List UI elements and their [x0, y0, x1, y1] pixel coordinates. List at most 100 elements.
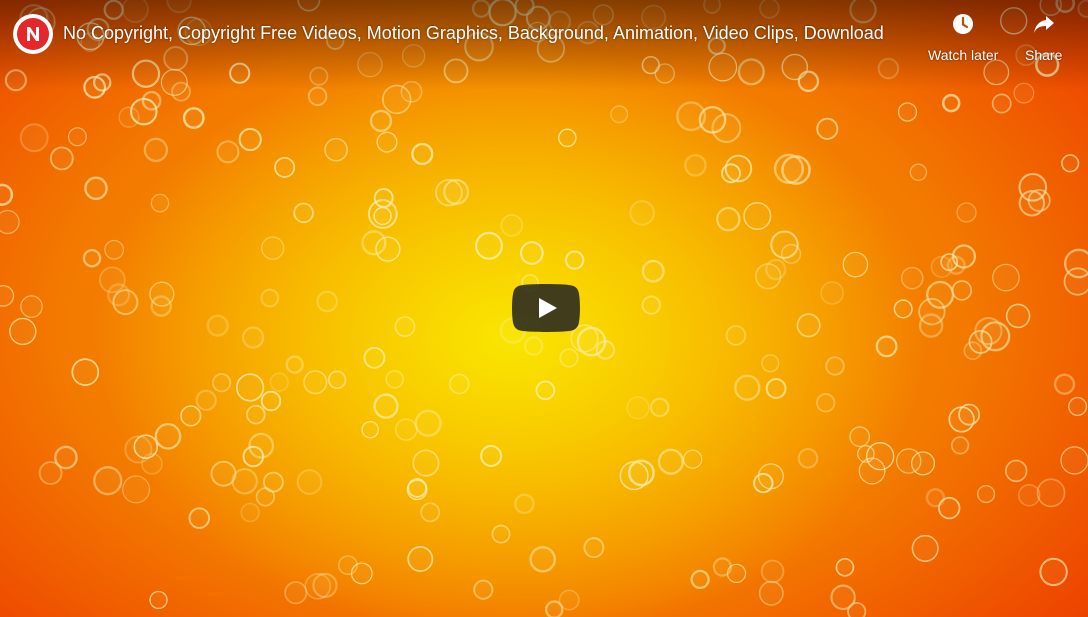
- bokeh-ring: [180, 405, 202, 427]
- bokeh-ring: [154, 422, 182, 450]
- bokeh-ring: [274, 156, 296, 178]
- bokeh-ring: [316, 290, 339, 313]
- bokeh-ring: [1017, 483, 1041, 507]
- bokeh-ring: [284, 581, 308, 605]
- bokeh-ring: [394, 316, 416, 338]
- bokeh-ring: [210, 460, 237, 487]
- bokeh-ring: [535, 380, 556, 401]
- bokeh-ring: [941, 93, 961, 113]
- play-button[interactable]: [512, 284, 580, 332]
- bokeh-ring: [491, 524, 511, 544]
- bokeh-ring: [296, 469, 323, 495]
- bokeh-ring: [780, 243, 802, 264]
- bokeh-ring: [1063, 248, 1088, 279]
- bokeh-ring: [420, 502, 441, 523]
- video-title-link[interactable]: No Copyright, Copyright Free Videos, Mot…: [63, 22, 884, 44]
- bokeh-ring: [285, 355, 304, 374]
- bokeh-ring: [395, 418, 418, 441]
- channel-avatar[interactable]: [13, 14, 53, 54]
- bokeh-ring: [84, 176, 108, 201]
- bokeh-ring: [475, 231, 504, 260]
- bokeh-ring: [629, 200, 655, 226]
- bokeh-ring: [367, 199, 398, 229]
- bokeh-ring: [683, 449, 703, 469]
- bokeh-ring: [195, 389, 217, 411]
- bokeh-ring: [773, 153, 805, 184]
- bokeh-ring: [500, 214, 524, 237]
- bokeh-ring: [38, 461, 63, 486]
- bokeh-ring: [206, 314, 229, 337]
- bokeh-ring: [141, 90, 162, 111]
- bokeh-ring: [376, 131, 398, 153]
- bokeh-ring: [796, 313, 821, 338]
- bokeh-ring: [19, 123, 49, 153]
- bokeh-ring: [1018, 190, 1046, 217]
- bokeh-ring: [716, 206, 741, 232]
- bokeh-ring: [67, 127, 87, 147]
- bokeh-ring: [1053, 373, 1076, 395]
- bokeh-ring: [641, 295, 661, 315]
- video-player[interactable]: No Copyright, Copyright Free Videos, Mot…: [0, 0, 1088, 617]
- bokeh-ring: [830, 584, 856, 611]
- bokeh-ring: [734, 374, 761, 401]
- bokeh-ring: [875, 335, 898, 358]
- bokeh-ring: [711, 113, 742, 144]
- bokeh-ring: [0, 209, 20, 235]
- bokeh-ring: [304, 572, 332, 600]
- bokeh-ring: [765, 378, 787, 399]
- bokeh-ring: [897, 102, 918, 122]
- watch-later-button[interactable]: Watch later: [928, 12, 998, 63]
- bokeh-ring: [449, 373, 470, 395]
- bokeh-ring: [956, 202, 977, 223]
- bokeh-ring: [816, 393, 836, 413]
- bokeh-ring: [797, 448, 819, 469]
- n-logo-icon: [17, 18, 49, 50]
- bokeh-ring: [149, 590, 168, 610]
- bokeh-ring: [324, 137, 348, 162]
- bokeh-ring: [835, 557, 855, 577]
- bokeh-ring: [948, 406, 975, 433]
- bokeh-ring: [676, 101, 707, 132]
- bokeh-ring: [529, 545, 557, 573]
- bokeh-ring: [307, 86, 328, 107]
- bokeh-ring: [93, 466, 123, 496]
- bokeh-ring: [657, 448, 684, 475]
- bokeh-ring: [369, 109, 393, 133]
- bokeh-ring: [104, 239, 124, 260]
- bokeh-ring: [406, 479, 428, 501]
- bokeh-ring: [918, 313, 944, 338]
- bokeh-ring: [363, 346, 386, 369]
- bokeh-ring: [212, 373, 232, 393]
- bokeh-ring: [414, 409, 442, 437]
- bokeh-ring: [361, 230, 387, 256]
- bokeh-ring: [1061, 154, 1080, 173]
- bokeh-ring: [49, 146, 74, 171]
- bokeh-ring: [1067, 396, 1088, 417]
- bokeh-ring: [480, 444, 503, 467]
- bokeh-ring: [820, 281, 844, 305]
- bokeh-ring: [9, 317, 37, 346]
- bokeh-ring: [519, 241, 544, 265]
- share-button[interactable]: Share: [1025, 12, 1062, 63]
- bokeh-ring: [976, 485, 996, 504]
- bokeh-ring: [327, 370, 347, 390]
- bokeh-ring: [255, 487, 276, 507]
- bokeh-ring: [411, 142, 434, 166]
- bokeh-ring: [842, 251, 869, 278]
- bokeh-ring: [893, 299, 913, 319]
- bokeh-ring: [583, 537, 605, 559]
- bokeh-ring: [141, 452, 163, 475]
- title-bar-shade: [0, 0, 1088, 90]
- bokeh-ring: [950, 436, 970, 455]
- bokeh-ring: [188, 507, 211, 529]
- clock-icon: [951, 12, 975, 41]
- bokeh-ring: [992, 263, 1020, 292]
- bokeh-ring: [269, 372, 289, 392]
- bokeh-ring: [412, 449, 440, 477]
- bokeh-ring: [514, 493, 535, 515]
- watch-later-label: Watch later: [928, 47, 999, 63]
- bokeh-ring: [725, 325, 747, 346]
- bokeh-ring: [627, 459, 655, 487]
- bokeh-ring: [909, 163, 928, 182]
- bokeh-ring: [385, 370, 404, 389]
